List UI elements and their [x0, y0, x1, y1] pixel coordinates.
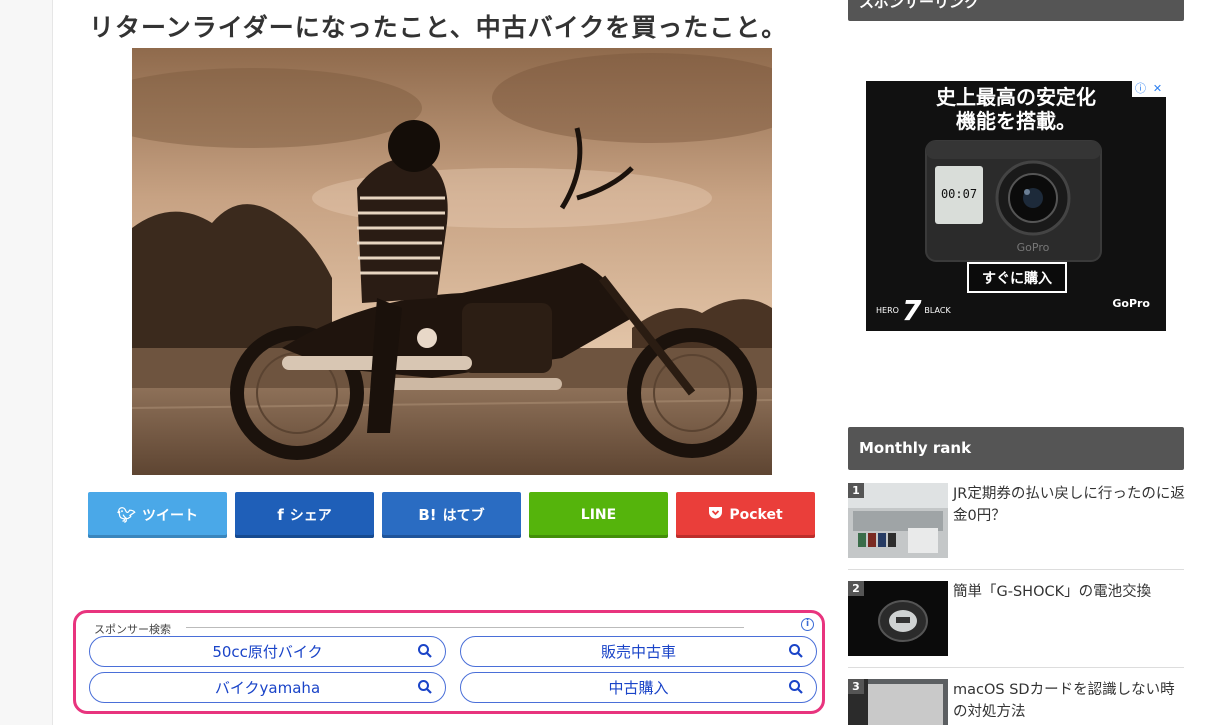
- rank-item[interactable]: 3 macOS SDカードを認識しない時の対処方法: [848, 679, 1184, 725]
- sponsored-search-link[interactable]: 50cc原付バイク: [89, 636, 446, 667]
- main-content: リターンライダーになったこと、中古バイクを買ったこと。 🐦︎ ツイート f シェ…: [53, 0, 833, 725]
- ad-controls: ⓘ ✕: [1132, 81, 1166, 97]
- rank-item-title: macOS SDカードを認識しない時の対処方法: [953, 682, 1175, 720]
- rank-item[interactable]: 2 簡単「G-SHOCK」の電池交換: [848, 581, 1184, 657]
- divider: [848, 667, 1184, 668]
- ad-info-icon[interactable]: ⓘ: [1132, 81, 1149, 97]
- rank-number: 2: [848, 581, 864, 596]
- rank-number: 1: [848, 483, 864, 498]
- rank-number: 3: [848, 679, 864, 694]
- divider: [186, 627, 744, 628]
- facebook-f-icon: f: [277, 506, 284, 524]
- rank-item-title: JR定期券の払い戻しに行ったのに返金0円？: [953, 486, 1185, 524]
- info-icon[interactable]: i: [801, 618, 814, 631]
- article-hero-image: [132, 48, 772, 475]
- buy-now-button[interactable]: すぐに購入: [967, 262, 1067, 293]
- pocket-button[interactable]: Pocket: [676, 492, 815, 538]
- rank-item-title: 簡単「G-SHOCK」の電池交換: [953, 584, 1152, 600]
- svg-text:GoPro: GoPro: [1017, 241, 1050, 254]
- monthly-rank-heading: Monthly rank: [848, 427, 1184, 470]
- line-share-button[interactable]: LINE: [529, 492, 668, 538]
- pocket-icon: [708, 506, 723, 524]
- hero7-logo: HERO 7 BLACK: [876, 294, 951, 327]
- ad-close-icon[interactable]: ✕: [1149, 81, 1166, 97]
- search-icon: [789, 644, 803, 658]
- sidebar: スポンサーリンク 史上最高の安定化 機能を搭載。 ⓘ ✕ 00:07 GoPro…: [833, 0, 1214, 725]
- rank-thumbnail: 3: [848, 679, 948, 725]
- ad-headline: 史上最高の安定化 機能を搭載。: [936, 85, 1096, 133]
- camera-illustration: 00:07 GoPro: [925, 140, 1102, 262]
- svg-text:00:07: 00:07: [941, 187, 977, 201]
- sponsored-search-link[interactable]: バイクyamaha: [89, 672, 446, 703]
- article-title: リターンライダーになったこと、中古バイクを買ったこと。: [89, 13, 788, 42]
- gopro-logo: GoPro: [1112, 297, 1150, 310]
- sponsored-search-box: スポンサー検索 i 50cc原付バイク 販売中古車 バイクyamaha 中古購入: [73, 610, 825, 714]
- gopro-ad-banner[interactable]: 史上最高の安定化 機能を搭載。 ⓘ ✕ 00:07 GoPro すぐに購入 HE…: [866, 81, 1166, 331]
- rank-thumbnail: 2: [848, 581, 948, 656]
- rank-thumbnail: 1: [848, 483, 948, 558]
- facebook-share-button[interactable]: f シェア: [235, 492, 374, 538]
- sponsored-search-link[interactable]: 中古購入: [460, 672, 817, 703]
- hatena-b-icon: B!: [418, 506, 437, 524]
- divider: [848, 569, 1184, 570]
- tweet-button[interactable]: 🐦︎ ツイート: [88, 492, 227, 538]
- share-buttons: 🐦︎ ツイート f シェア B! はてブ LINE Pocket: [88, 492, 815, 538]
- search-icon: [418, 644, 432, 658]
- twitter-bird-icon: 🐦︎: [116, 506, 137, 524]
- rank-item[interactable]: 1 JR定期券の払い戻しに行ったのに返金0円？: [848, 483, 1185, 559]
- sponsored-search-label: スポンサー検索: [94, 623, 171, 636]
- sponsored-search-link[interactable]: 販売中古車: [460, 636, 817, 667]
- search-icon: [789, 680, 803, 694]
- hatena-bookmark-button[interactable]: B! はてブ: [382, 492, 521, 538]
- sponsor-link-heading: スポンサーリンク: [848, 0, 1184, 21]
- search-icon: [418, 680, 432, 694]
- left-gutter: [0, 0, 53, 725]
